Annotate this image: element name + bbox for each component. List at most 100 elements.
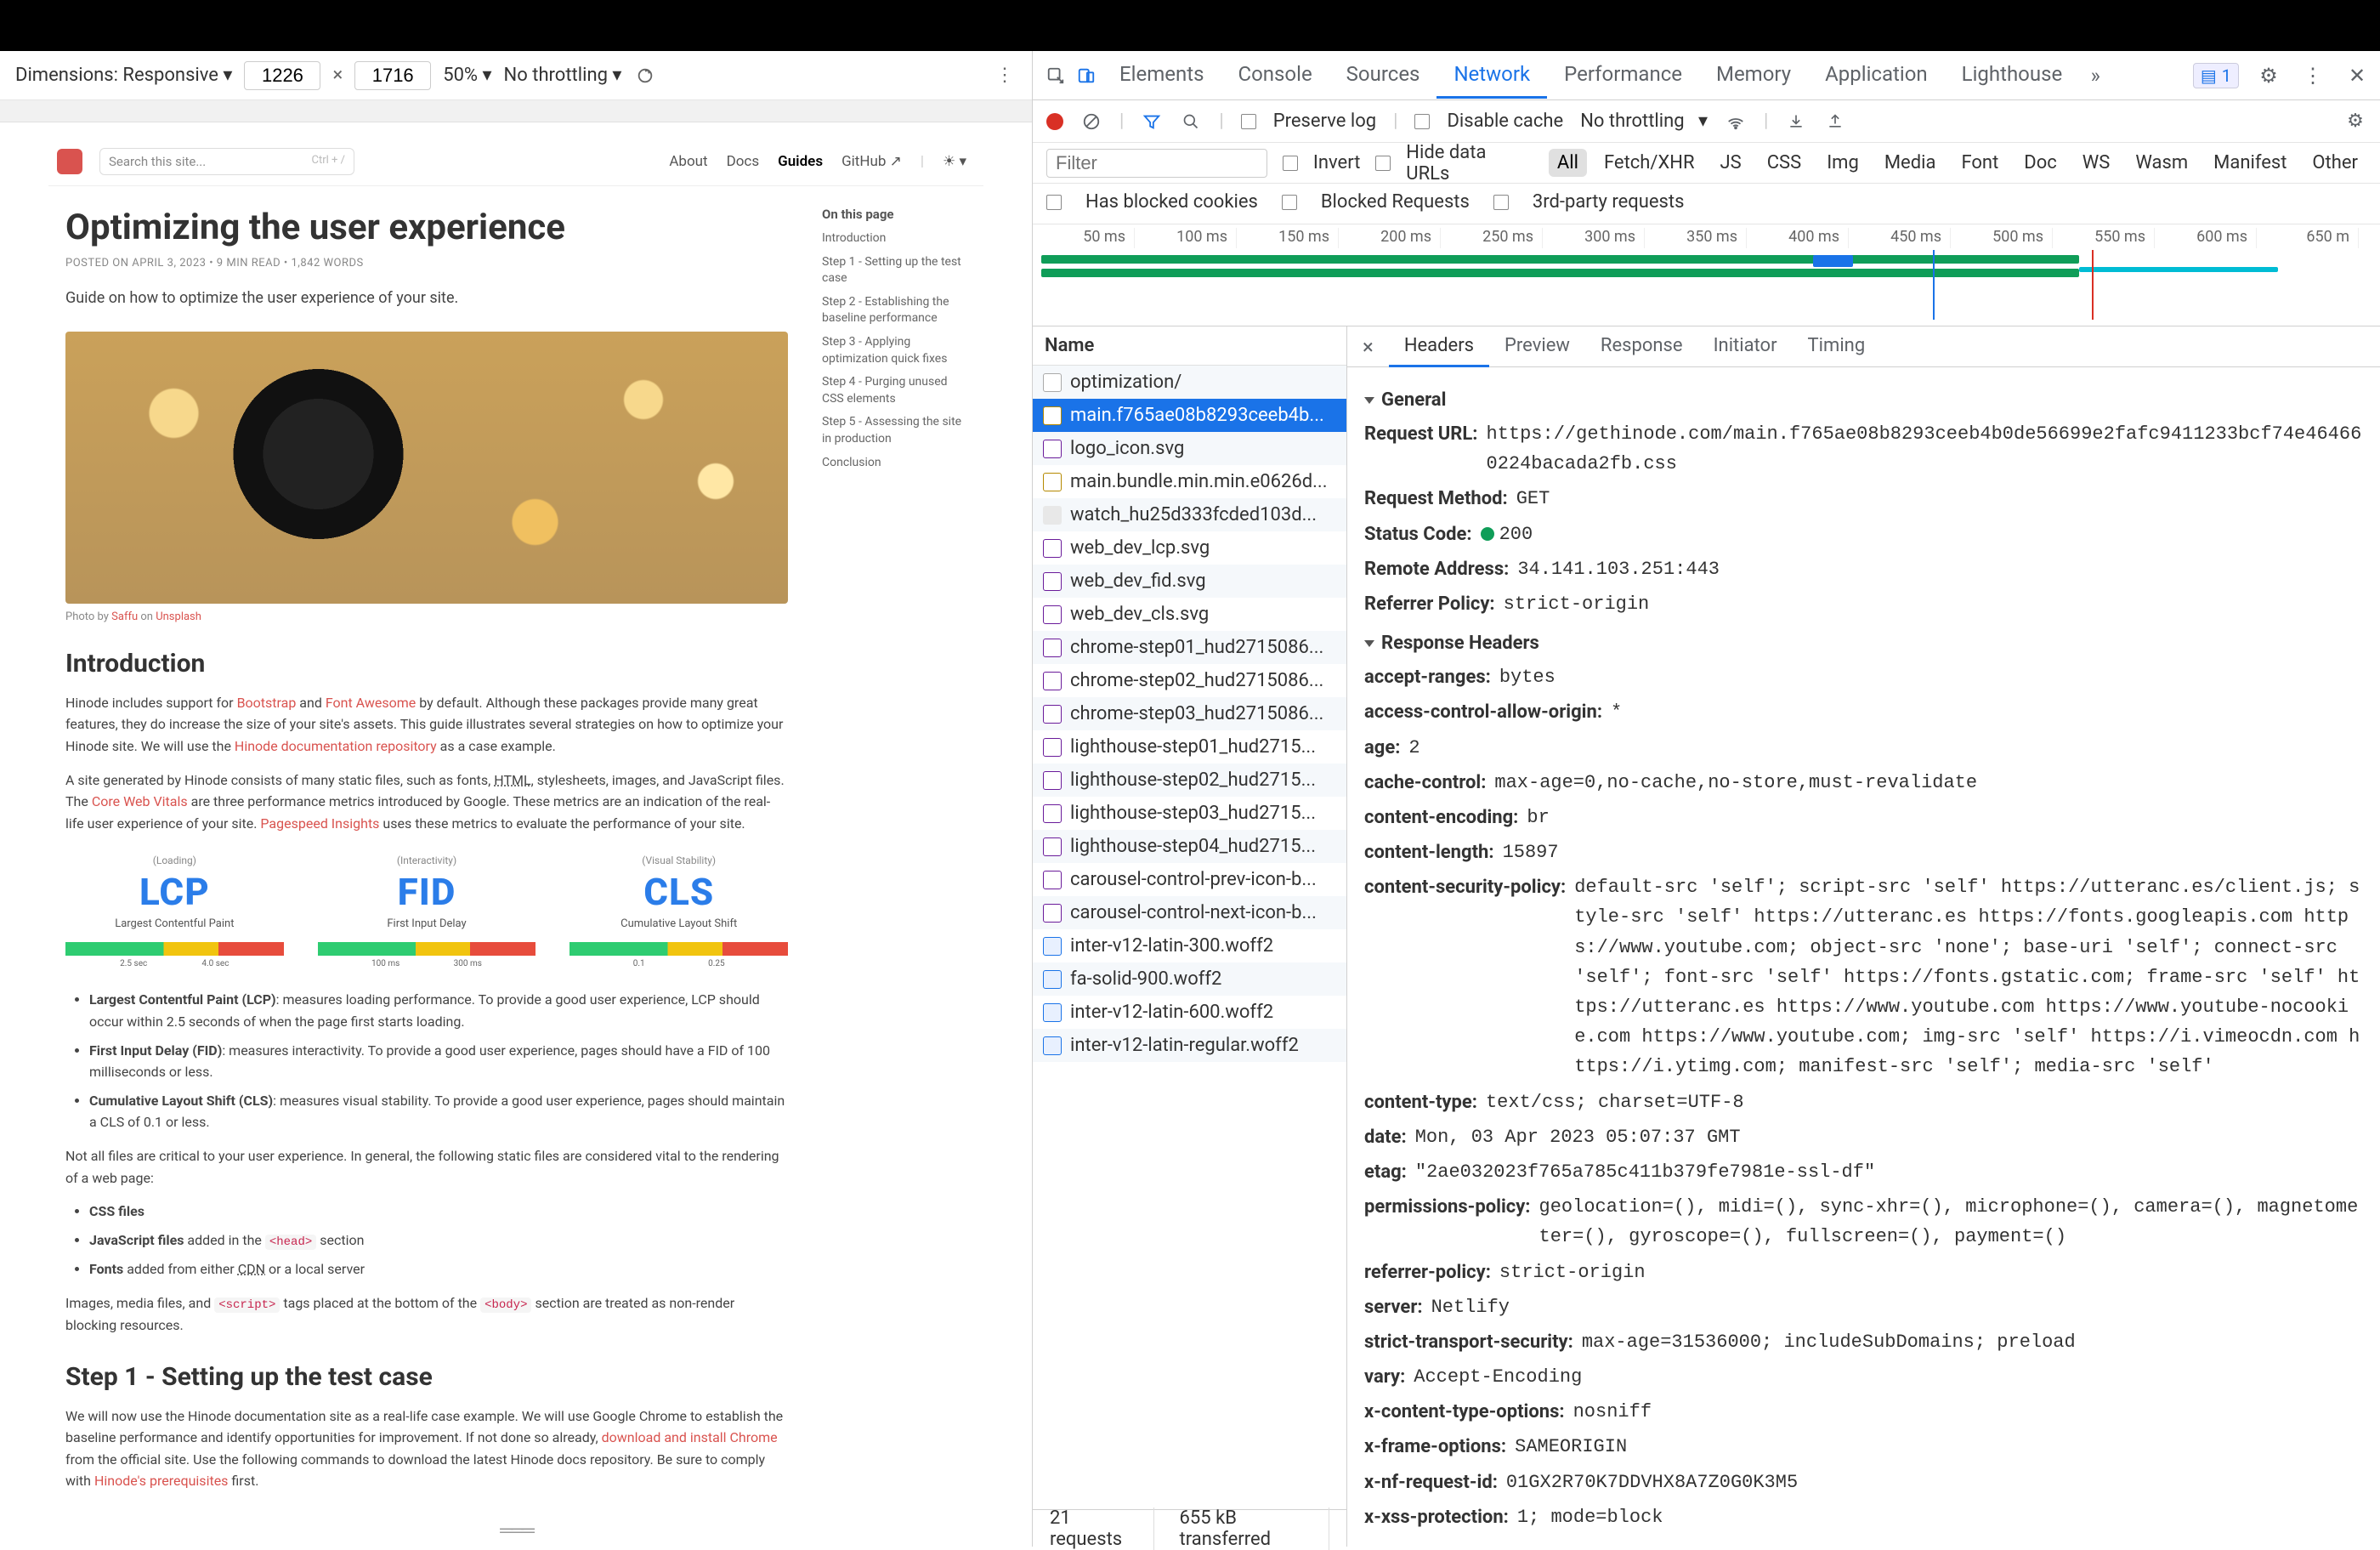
blocked-cookies-checkbox[interactable] (1046, 195, 1062, 210)
devtools-menu-icon[interactable]: ⋮ (2298, 61, 2327, 90)
invert-checkbox[interactable] (1283, 156, 1298, 171)
caption-site-link[interactable]: Unsplash (156, 610, 201, 623)
network-overview-chart[interactable]: 50 ms100 ms150 ms200 ms250 ms300 ms350 m… (1033, 224, 2380, 326)
viewport-resize-handle[interactable]: ═══ (500, 1519, 532, 1541)
export-har-icon[interactable] (1824, 111, 1846, 133)
request-row[interactable]: web_dev_fid.svg (1033, 565, 1346, 598)
detail-tab-timing[interactable]: Timing (1793, 326, 1881, 367)
filter-type-other[interactable]: Other (2304, 149, 2366, 177)
request-row[interactable]: main.bundle.min.min.e0626d... (1033, 465, 1346, 498)
devtools-tab-performance[interactable]: Performance (1547, 52, 1699, 99)
preview-iframe[interactable]: Search this site... Ctrl + / About Docs … (48, 138, 983, 1531)
devtools-tab-network[interactable]: Network (1436, 52, 1547, 99)
filter-type-doc[interactable]: Doc (2015, 149, 2066, 177)
viewport-height-input[interactable] (354, 61, 431, 90)
network-conditions-icon[interactable] (1725, 111, 1747, 133)
request-row[interactable]: inter-v12-latin-600.woff2 (1033, 996, 1346, 1029)
viewport-width-input[interactable] (244, 61, 320, 90)
filter-type-font[interactable]: Font (1952, 149, 2007, 177)
devtools-tab-elements[interactable]: Elements (1102, 52, 1221, 99)
detail-tab-headers[interactable]: Headers (1389, 326, 1489, 367)
filter-type-manifest[interactable]: Manifest (2205, 149, 2295, 177)
theme-toggle-icon[interactable]: ☀ ▾ (943, 153, 966, 170)
more-tabs-icon[interactable]: » (2081, 61, 2110, 90)
settings-icon[interactable]: ⚙ (2254, 61, 2283, 90)
filter-type-js[interactable]: JS (1712, 149, 1750, 177)
link-core-web-vitals[interactable]: Core Web Vitals (92, 793, 188, 809)
request-row[interactable]: lighthouse-step01_hud2715... (1033, 730, 1346, 764)
request-row[interactable]: chrome-step01_hud2715086... (1033, 631, 1346, 664)
devtools-tab-sources[interactable]: Sources (1329, 52, 1437, 99)
request-row[interactable]: carousel-control-next-icon-b... (1033, 896, 1346, 929)
record-button[interactable] (1046, 113, 1063, 130)
toc-link[interactable]: Step 3 - Applying optimization quick fix… (822, 334, 966, 367)
search-icon[interactable] (1180, 111, 1202, 133)
request-row[interactable]: chrome-step03_hud2715086... (1033, 697, 1346, 730)
blocked-requests-checkbox[interactable] (1282, 195, 1297, 210)
nav-docs[interactable]: Docs (727, 153, 760, 170)
link-docs-repo[interactable]: Hinode documentation repository (235, 738, 437, 754)
filter-type-img[interactable]: Img (1818, 149, 1867, 177)
request-row[interactable]: logo_icon.svg (1033, 432, 1346, 465)
hide-data-urls-checkbox[interactable] (1375, 156, 1391, 171)
link-download-chrome[interactable]: download and install Chrome (602, 1429, 778, 1445)
request-row[interactable]: web_dev_lcp.svg (1033, 531, 1346, 565)
filter-type-css[interactable]: CSS (1759, 149, 1810, 177)
request-row[interactable]: optimization/ (1033, 366, 1346, 399)
dimensions-preset-select[interactable]: Dimensions: Responsive ▾ (15, 65, 232, 86)
import-har-icon[interactable] (1785, 111, 1807, 133)
filter-input[interactable] (1046, 149, 1267, 178)
filter-type-fetchxhr[interactable]: Fetch/XHR (1595, 149, 1703, 177)
issues-badge[interactable]: ▤1 (2193, 63, 2239, 88)
nav-github[interactable]: GitHub ↗ (842, 153, 902, 170)
filter-type-media[interactable]: Media (1876, 149, 1945, 177)
request-row[interactable]: watch_hu25d333fcded103d... (1033, 498, 1346, 531)
request-list-header-name[interactable]: Name (1033, 326, 1346, 366)
request-row[interactable]: inter-v12-latin-300.woff2 (1033, 929, 1346, 962)
link-bootstrap[interactable]: Bootstrap (237, 695, 297, 711)
response-headers-section-title[interactable]: Response Headers (1364, 633, 2363, 654)
general-section-title[interactable]: General (1364, 389, 2363, 411)
network-throttling-select[interactable]: No throttling ▾ (1580, 111, 1708, 132)
devtools-tab-console[interactable]: Console (1221, 52, 1329, 99)
device-toolbar-menu-icon[interactable]: ⋮ (993, 64, 1017, 88)
site-logo[interactable] (57, 149, 82, 174)
toc-link[interactable]: Step 1 - Setting up the test case (822, 254, 966, 287)
disable-cache-checkbox[interactable] (1414, 114, 1430, 129)
rotate-icon[interactable] (633, 64, 657, 88)
filter-type-all[interactable]: All (1549, 149, 1587, 177)
request-row[interactable]: fa-solid-900.woff2 (1033, 962, 1346, 996)
filter-type-ws[interactable]: WS (2074, 149, 2119, 177)
third-party-checkbox[interactable] (1493, 195, 1509, 210)
request-row[interactable]: lighthouse-step02_hud2715... (1033, 764, 1346, 797)
filter-type-wasm[interactable]: Wasm (2127, 149, 2196, 177)
filter-toggle-icon[interactable] (1141, 111, 1163, 133)
request-row[interactable]: lighthouse-step03_hud2715... (1033, 797, 1346, 830)
zoom-select[interactable]: 50% ▾ (443, 65, 491, 86)
request-row[interactable]: main.f765ae08b8293ceeb4b... (1033, 399, 1346, 432)
device-toggle-icon[interactable] (1072, 61, 1101, 90)
nav-about[interactable]: About (669, 153, 707, 170)
request-row[interactable]: lighthouse-step04_hud2715... (1033, 830, 1346, 863)
devtools-tab-memory[interactable]: Memory (1699, 52, 1808, 99)
toc-link[interactable]: Step 4 - Purging unused CSS elements (822, 374, 966, 407)
caption-author-link[interactable]: Saffu (111, 610, 138, 623)
devtools-tab-lighthouse[interactable]: Lighthouse (1945, 52, 2080, 99)
device-throttling-select[interactable]: No throttling ▾ (504, 65, 622, 86)
link-prerequisites[interactable]: Hinode's prerequisites (94, 1473, 229, 1489)
link-pagespeed[interactable]: Pagespeed Insights (260, 815, 379, 832)
media-query-ruler[interactable] (0, 100, 1032, 122)
toc-link[interactable]: Introduction (822, 230, 966, 247)
nav-guides[interactable]: Guides (778, 153, 823, 170)
toc-link[interactable]: Step 2 - Establishing the baseline perfo… (822, 294, 966, 327)
request-row[interactable]: inter-v12-latin-regular.woff2 (1033, 1029, 1346, 1062)
close-detail-icon[interactable]: × (1354, 335, 1382, 359)
detail-tab-initiator[interactable]: Initiator (1698, 326, 1793, 367)
inspect-element-icon[interactable] (1041, 61, 1070, 90)
toc-link[interactable]: Step 5 - Assessing the site in productio… (822, 414, 966, 447)
toc-link[interactable]: Conclusion (822, 455, 966, 472)
request-row[interactable]: carousel-control-prev-icon-b... (1033, 863, 1346, 896)
close-devtools-icon[interactable]: ✕ (2343, 61, 2372, 90)
detail-tab-preview[interactable]: Preview (1489, 326, 1585, 367)
preserve-log-checkbox[interactable] (1241, 114, 1256, 129)
